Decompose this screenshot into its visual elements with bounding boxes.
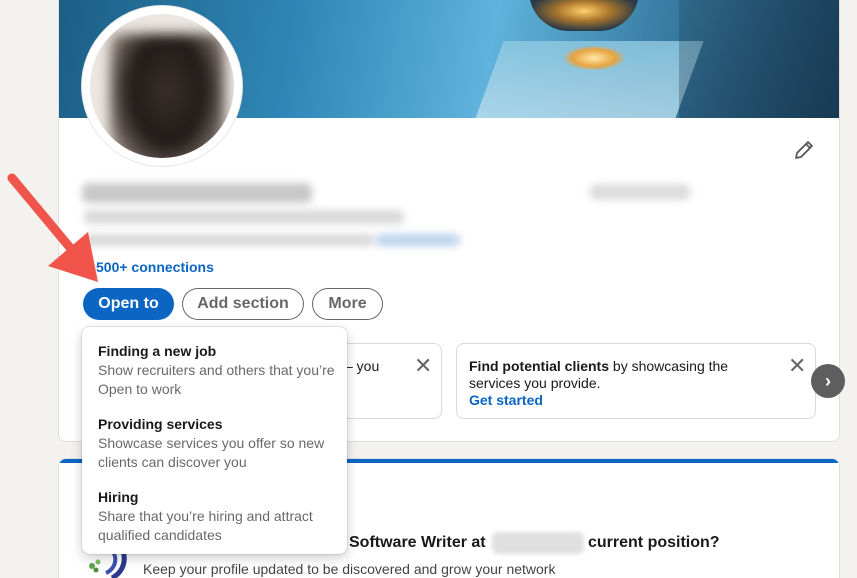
open-to-dropdown: Finding a new job Show recruiters and ot… (82, 327, 347, 554)
suggestion-2-text: Find potential clients by showcasing the… (469, 358, 759, 392)
suggestion-2-bold: Find potential clients (469, 358, 610, 374)
position-question-part1: Software Writer at (349, 534, 486, 551)
close-icon[interactable]: ✕ (414, 355, 432, 377)
company-name-redacted (492, 532, 584, 554)
menu-item-title: Providing services (98, 416, 223, 432)
contact-info-link-redacted[interactable] (375, 234, 460, 246)
carousel-next-button[interactable]: › (811, 364, 845, 398)
add-section-button[interactable]: Add section (182, 288, 304, 320)
current-company-redacted (590, 184, 690, 200)
menu-item-hiring[interactable]: Hiring Share that you’re hiring and attr… (98, 488, 338, 545)
suggestion-1-text: – you (345, 358, 380, 374)
annotation-arrow-icon (7, 173, 98, 282)
close-icon[interactable]: ✕ (788, 355, 806, 377)
menu-item-title: Hiring (98, 489, 139, 505)
pencil-edit-icon[interactable] (792, 138, 816, 162)
menu-item-title: Finding a new job (98, 343, 217, 359)
profile-photo[interactable] (82, 6, 242, 166)
menu-item-finding-job[interactable]: Finding a new job Show recruiters and ot… (98, 342, 338, 399)
open-to-button[interactable]: Open to (83, 288, 174, 320)
profile-headline-redacted (84, 210, 404, 224)
get-started-link[interactable]: Get started (469, 392, 543, 409)
position-question-part2: current position? (588, 534, 720, 551)
menu-item-providing-services[interactable]: Providing services Showcase services you… (98, 415, 338, 472)
profile-location-redacted (84, 234, 374, 246)
menu-item-description: Showcase services you offer so new clien… (98, 435, 325, 470)
more-button[interactable]: More (312, 288, 383, 320)
menu-item-description: Share that you’re hiring and attract qua… (98, 508, 313, 543)
position-prompt-subtitle: Keep your profile updated to be discover… (143, 561, 556, 577)
menu-item-description: Show recruiters and others that you’re O… (98, 362, 335, 397)
suggestion-card-2: Find potential clients by showcasing the… (456, 343, 816, 419)
